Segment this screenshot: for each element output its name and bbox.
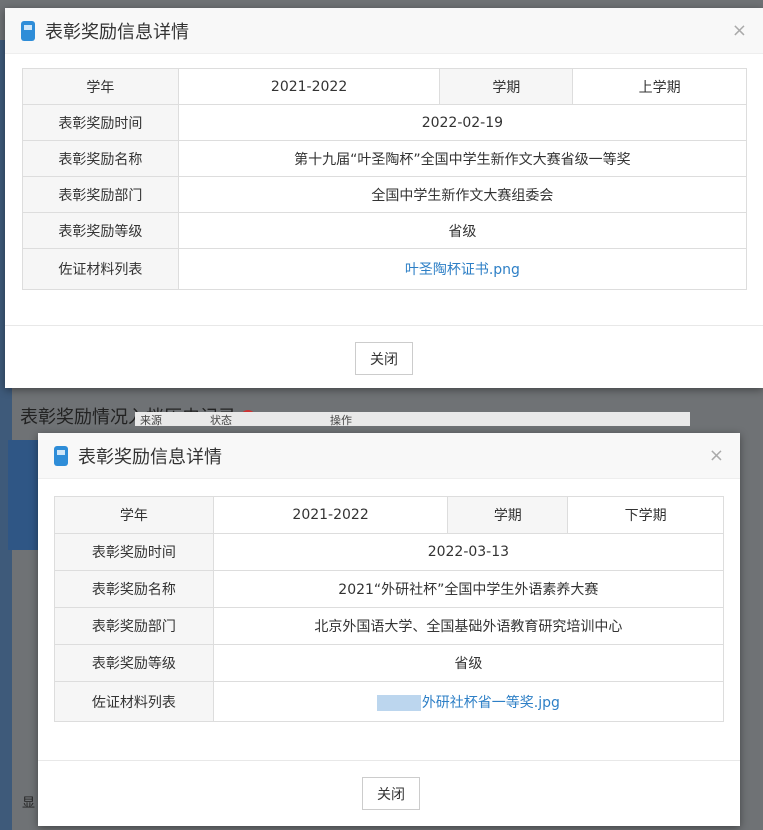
label-term: 学期	[439, 68, 574, 105]
background-footer-text: 显	[22, 796, 36, 811]
column-source: 来源	[140, 414, 162, 426]
value-year: 2021-2022	[212, 496, 449, 534]
value-time: 2022-03-13	[212, 533, 725, 571]
column-action: 操作	[330, 414, 352, 426]
material-file-link[interactable]: 外研社杯省一等奖.jpg	[422, 695, 560, 711]
value-time: 2022-02-19	[177, 104, 748, 141]
value-name: 2021“外研社杯”全国中学生外语素养大赛	[212, 570, 725, 608]
award-detail-dialog-1: 表彰奖励信息详情 × 学年 2021-2022 学期 上学期 表彰奖励时间 2022-0…	[5, 8, 763, 388]
background-table-header: 来源 状态 操作	[135, 412, 690, 426]
table-row: 表彰奖励部门 全国中学生新作文大赛组委会	[22, 176, 748, 213]
award-detail-dialog-2: 表彰奖励信息详情 × 学年 2021-2022 学期 下学期 表彰奖励时间 2022-0…	[38, 433, 740, 826]
award-detail-table: 学年 2021-2022 学期 上学期 表彰奖励时间 2022-02-19 表彰奖励名称…	[22, 68, 748, 290]
value-term: 下学期	[567, 496, 724, 534]
value-level: 省级	[212, 644, 725, 682]
label-materials: 佐证材料列表	[54, 681, 214, 722]
close-button[interactable]: 关闭	[355, 342, 413, 375]
close-icon[interactable]: ×	[709, 445, 724, 466]
table-row: 学年 2021-2022 学期 上学期	[22, 68, 747, 105]
label-term: 学期	[447, 496, 569, 534]
dialog-footer: 关闭	[38, 760, 740, 826]
table-row: 表彰奖励时间 2022-02-19	[22, 104, 748, 141]
label-materials: 佐证材料列表	[22, 248, 179, 290]
table-row: 表彰奖励等级 省级	[22, 212, 748, 249]
table-row: 佐证材料列表 外研社杯省一等奖.jpg	[54, 681, 725, 722]
value-term: 上学期	[572, 68, 747, 105]
label-year: 学年	[22, 68, 179, 105]
value-materials: 外研社杯省一等奖.jpg	[212, 681, 725, 722]
dialog-title: 表彰奖励信息详情	[78, 446, 222, 468]
value-year: 2021-2022	[177, 68, 441, 105]
table-row: 表彰奖励等级 省级	[54, 644, 725, 682]
value-dept: 北京外国语大学、全国基础外语教育研究培训中心	[212, 607, 725, 645]
label-dept: 表彰奖励部门	[22, 176, 179, 213]
label-time: 表彰奖励时间	[54, 533, 214, 571]
label-time: 表彰奖励时间	[22, 104, 179, 141]
label-year: 学年	[54, 496, 214, 534]
dialog-footer: 关闭	[5, 325, 763, 388]
dialog-title: 表彰奖励信息详情	[45, 21, 189, 43]
label-name: 表彰奖励名称	[22, 140, 179, 177]
dialog-header: 表彰奖励信息详情 ×	[5, 8, 763, 54]
redacted-mark	[376, 694, 421, 711]
table-row: 表彰奖励时间 2022-03-13	[54, 533, 725, 571]
value-level: 省级	[177, 212, 748, 249]
label-name: 表彰奖励名称	[54, 570, 214, 608]
value-materials: 叶圣陶杯证书.png	[177, 248, 748, 290]
table-row: 表彰奖励名称 2021“外研社杯”全国中学生外语素养大赛	[54, 570, 725, 608]
table-row: 表彰奖励部门 北京外国语大学、全国基础外语教育研究培训中心	[54, 607, 725, 645]
material-file-link[interactable]: 叶圣陶杯证书.png	[405, 262, 520, 278]
label-level: 表彰奖励等级	[22, 212, 179, 249]
table-row: 学年 2021-2022 学期 下学期	[54, 496, 724, 534]
table-row: 佐证材料列表 叶圣陶杯证书.png	[22, 248, 748, 290]
label-dept: 表彰奖励部门	[54, 607, 214, 645]
award-detail-table: 学年 2021-2022 学期 下学期 表彰奖励时间 2022-03-13 表彰奖励名称…	[54, 496, 725, 722]
value-dept: 全国中学生新作文大赛组委会	[177, 176, 748, 213]
dialog-header: 表彰奖励信息详情 ×	[38, 433, 740, 479]
document-icon	[21, 20, 35, 41]
close-icon[interactable]: ×	[732, 20, 747, 41]
label-level: 表彰奖励等级	[54, 644, 214, 682]
document-icon	[54, 445, 68, 466]
table-row: 表彰奖励名称 第十九届“叶圣陶杯”全国中学生新作文大赛省级一等奖	[22, 140, 748, 177]
column-status: 状态	[210, 414, 232, 426]
value-name: 第十九届“叶圣陶杯”全国中学生新作文大赛省级一等奖	[177, 140, 748, 177]
close-button[interactable]: 关闭	[362, 777, 420, 810]
